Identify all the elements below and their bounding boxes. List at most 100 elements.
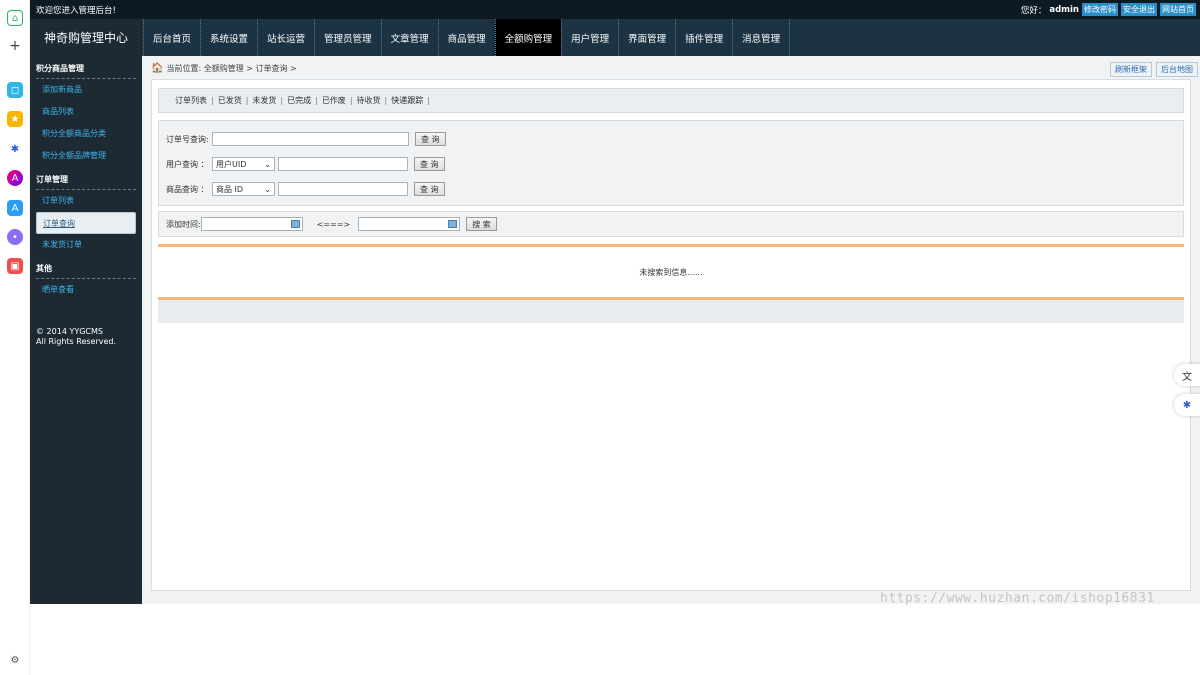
copyright-line: All Rights Reserved. <box>36 337 117 346</box>
network-app-icon[interactable]: ✱ <box>7 141 23 157</box>
chevron-down-icon: ⌄ <box>264 159 271 169</box>
sidebar-section-title: 其他 <box>36 256 136 279</box>
nav-item[interactable]: 商品管理 <box>437 19 495 56</box>
sidebar-link[interactable]: 未发货订单 <box>36 234 136 256</box>
user-search-label: 用户查询 ： <box>166 159 209 169</box>
date-search-box: 添加时间: <===> 搜 索 <box>158 211 1184 237</box>
copyright: © 2014 YYGCMS All Rights Reserved. <box>36 327 142 347</box>
nav-item[interactable]: 消息管理 <box>732 19 791 56</box>
main-content: 🏠 当前位置: 全额购管理 > 订单查询 > 刷新框架 后台地图 订单列表 | 已发… <box>142 56 1200 604</box>
sidebar-link[interactable]: 积分全额品牌管理 <box>36 145 136 167</box>
nav-item[interactable]: 后台首页 <box>143 19 200 56</box>
nav-item[interactable]: 全额购管理 <box>494 19 562 56</box>
order-filter-bar: 订单列表 | 已发货 | 未发货 | 已完成 | 已作废 | 待收货 | 快递跟踪 | <box>158 88 1184 113</box>
site-home-link[interactable]: 网站首页 <box>1160 3 1196 16</box>
sidebar-link[interactable]: 订单列表 <box>36 190 136 212</box>
order-filter-link[interactable]: 快递跟踪 <box>387 95 427 106</box>
breadcrumb: 🏠 当前位置: 全额购管理 > 订单查询 > <box>151 63 297 74</box>
order-filter-link[interactable]: 已发货 <box>214 95 246 106</box>
nav-items: 后台首页 系统设置 站长运营 管理员管理 文章管理 商品管理 全额购管理 用户管理 界面管理 插件… <box>143 19 791 56</box>
user-search-row: 用户查询 ： 用户UID ⌄ 查 询 <box>166 157 445 171</box>
goods-search-input[interactable] <box>278 182 408 196</box>
sidebar-section-title: 订单管理 <box>36 167 136 190</box>
order-filter-link[interactable]: 未发货 <box>248 95 280 106</box>
copyright-line: © 2014 YYGCMS <box>36 327 103 336</box>
logout-link[interactable]: 安全退出 <box>1121 3 1157 16</box>
search-box: 订单号查询: 查 询 用户查询 ： 用户UID ⌄ 查 询 商品查询 ： 商品 I… <box>158 120 1184 206</box>
sidebar-link[interactable]: 晒单查看 <box>36 279 136 301</box>
app-icon-1[interactable]: ◻ <box>7 82 23 98</box>
username: admin <box>1049 4 1079 15</box>
sidebar-link[interactable]: 订单查询 <box>36 212 136 234</box>
nav-item[interactable]: 用户管理 <box>561 19 618 56</box>
pagination-strip <box>158 300 1184 323</box>
breadcrumb-bar: 🏠 当前位置: 全额购管理 > 订单查询 > 刷新框架 后台地图 <box>142 56 1200 78</box>
user-type-value: 用户UID <box>216 159 247 169</box>
calendar-icon[interactable] <box>290 220 300 228</box>
nav-item[interactable]: 系统设置 <box>200 19 257 56</box>
translate-icon[interactable]: 文 <box>1174 364 1200 386</box>
nav-item[interactable]: 文章管理 <box>380 19 438 56</box>
browser-rail: ⌂ + ◻ ★ ✱ A A • ▣ ⚙ <box>0 0 30 675</box>
main-nav: 神奇购管理中心 后台首页 系统设置 站长运营 管理员管理 文章管理 商品管理 全额购管理 用户… <box>30 19 1200 56</box>
game-app-icon[interactable]: ▣ <box>7 258 23 274</box>
app-root: ⌂ + ◻ ★ ✱ A A • ▣ ⚙ 欢迎您进入管理后台! 您好： admin… <box>0 0 1200 675</box>
sidebar: 积分商品管理 添加新商品 商品列表 积分全额商品分类 积分全额品牌管理 订单管理 订单列表订… <box>30 56 142 604</box>
home-icon[interactable]: ⌂ <box>7 10 23 26</box>
user-type-select[interactable]: 用户UID ⌄ <box>212 157 275 171</box>
greeting-text: 您好： <box>1020 5 1047 16</box>
goods-type-value: 商品 ID <box>216 184 244 194</box>
add-icon[interactable]: + <box>7 38 23 54</box>
filter-separator: | <box>427 96 430 105</box>
network-float-icon[interactable]: ✱ <box>1174 394 1200 416</box>
goods-search-label: 商品查询 ： <box>166 184 209 194</box>
result-area: 未搜索到信息...... <box>158 244 1184 300</box>
start-date-input[interactable] <box>200 217 303 231</box>
watermark-text: https://www.huzhan.com/ishop16831 <box>880 591 1155 606</box>
date-label: 添加时间: <box>166 219 201 229</box>
welcome-text: 欢迎您进入管理后台! <box>36 6 116 16</box>
order-filter-link[interactable]: 已作废 <box>318 95 350 106</box>
order-number-input[interactable] <box>212 132 409 146</box>
no-result-text: 未搜索到信息...... <box>639 267 703 277</box>
order-filter-link[interactable]: 已完成 <box>283 95 315 106</box>
settings-icon[interactable]: ⚙ <box>7 652 23 668</box>
order-query-button[interactable]: 查 询 <box>415 132 446 146</box>
goods-search-row: 商品查询 ： 商品 ID ⌄ 查 询 <box>166 182 445 196</box>
order-filter-link[interactable]: 订单列表 <box>171 95 211 106</box>
goods-type-select[interactable]: 商品 ID ⌄ <box>212 182 275 196</box>
content-panel: 订单列表 | 已发货 | 未发货 | 已完成 | 已作废 | 待收货 | 快递跟踪 | 订单号查询: 查 … <box>151 79 1191 591</box>
chat-app-icon[interactable]: • <box>7 229 23 245</box>
ai-app-icon[interactable]: A <box>7 170 23 186</box>
star-app-icon[interactable]: ★ <box>7 111 23 127</box>
chevron-down-icon: ⌄ <box>264 184 271 194</box>
sidebar-link[interactable]: 积分全额商品分类 <box>36 123 136 145</box>
nav-item[interactable]: 管理员管理 <box>314 19 381 56</box>
date-separator: <===> <box>316 219 351 229</box>
brand-title: 神奇购管理中心 <box>30 19 142 56</box>
date-search-button[interactable]: 搜 索 <box>466 217 497 231</box>
refresh-frame-button[interactable]: 刷新框架 <box>1110 62 1152 77</box>
order-search-row: 订单号查询: 查 询 <box>166 132 446 146</box>
order-search-label: 订单号查询: <box>166 134 209 144</box>
user-query-button[interactable]: 查 询 <box>414 157 445 171</box>
nav-item[interactable]: 界面管理 <box>618 19 675 56</box>
user-search-input[interactable] <box>278 157 408 171</box>
sidebar-section-title: 积分商品管理 <box>36 56 136 79</box>
change-password-link[interactable]: 修改密码 <box>1082 3 1118 16</box>
breadcrumb-buttons: 刷新框架 后台地图 <box>1110 62 1198 77</box>
home-icon: 🏠 <box>151 63 164 74</box>
top-bar: 欢迎您进入管理后台! 您好： admin 修改密码 安全退出 网站首页 <box>30 0 1200 19</box>
sidebar-link[interactable]: 商品列表 <box>36 101 136 123</box>
nav-item[interactable]: 站长运营 <box>257 19 314 56</box>
order-filter-link[interactable]: 待收货 <box>353 95 385 106</box>
sidebar-link[interactable]: 添加新商品 <box>36 79 136 101</box>
goods-query-button[interactable]: 查 询 <box>414 182 445 196</box>
breadcrumb-text: 当前位置: 全额购管理 > 订单查询 > <box>166 64 297 73</box>
end-date-input[interactable] <box>358 217 461 231</box>
admin-map-button[interactable]: 后台地图 <box>1156 62 1198 77</box>
ai-app-icon-2[interactable]: A <box>7 200 23 216</box>
nav-item[interactable]: 插件管理 <box>675 19 732 56</box>
top-right-links: 您好： admin 修改密码 安全退出 网站首页 <box>1021 3 1196 16</box>
calendar-icon[interactable] <box>448 220 458 228</box>
